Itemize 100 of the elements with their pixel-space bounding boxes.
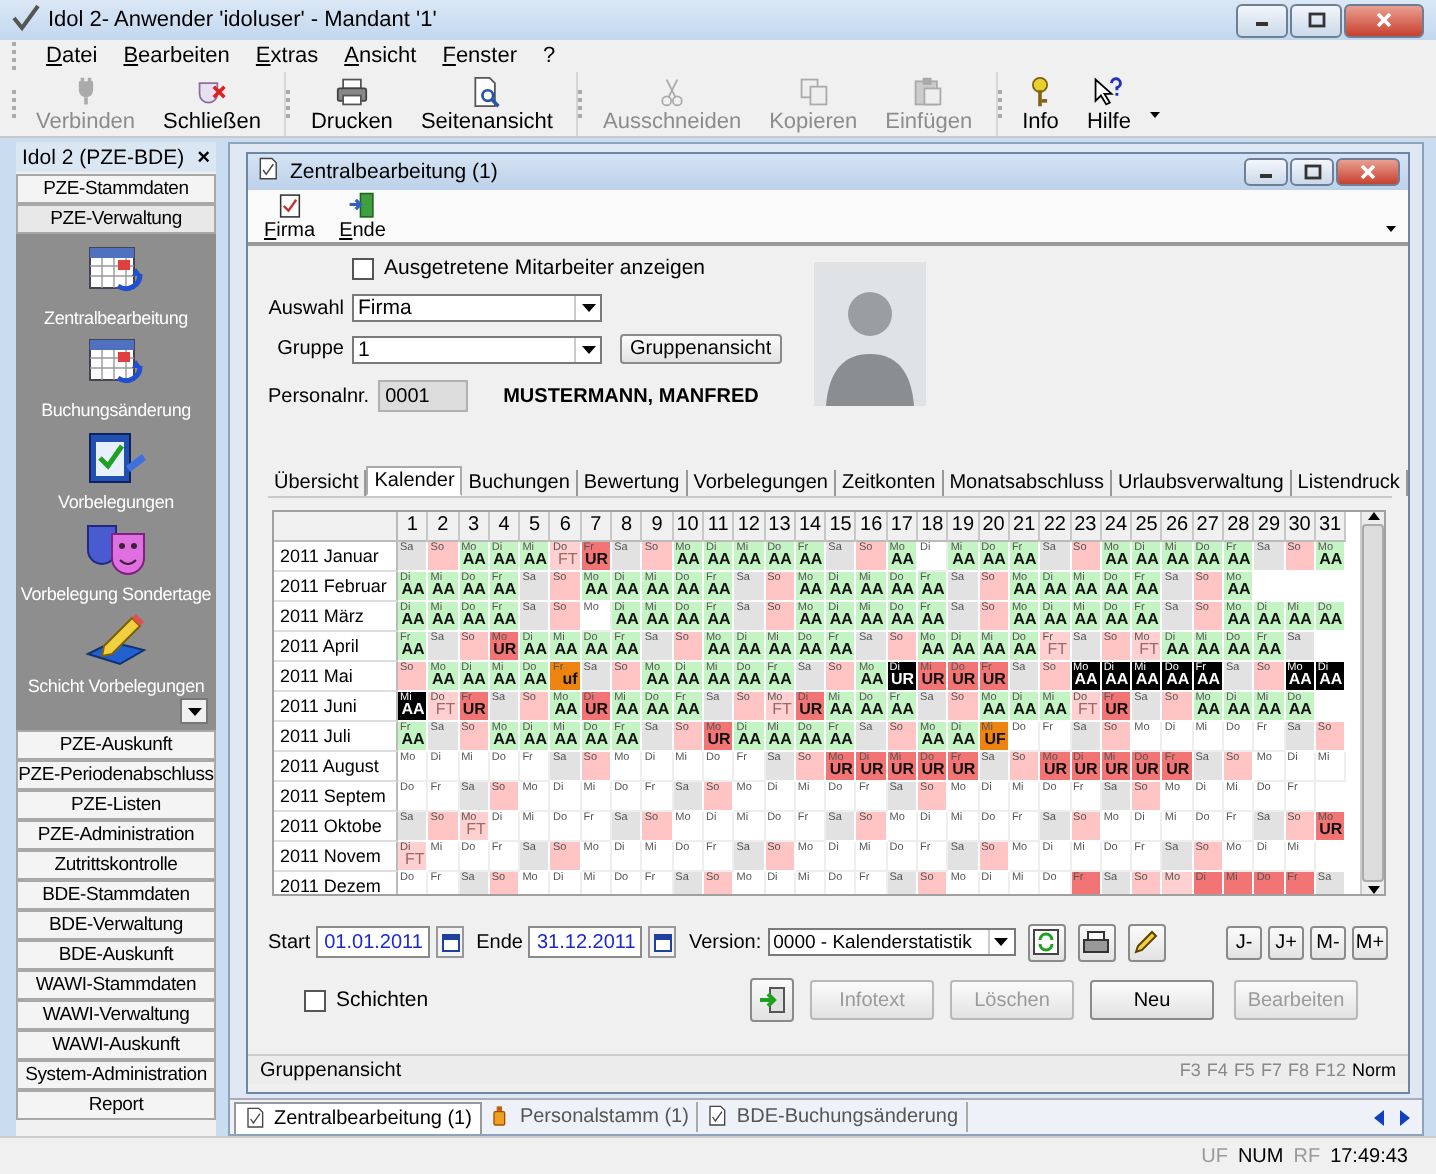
vertical-scrollbar[interactable] (1360, 512, 1384, 894)
sidebar-section-button[interactable]: System-Administration (16, 1060, 216, 1090)
day-code: AA (432, 672, 456, 688)
tab[interactable]: Zeitkonten (836, 470, 944, 496)
checkmark-icon (12, 3, 40, 31)
close-button[interactable] (1336, 158, 1400, 186)
tab[interactable]: Urlaubsverwaltung (1111, 470, 1292, 496)
day-code: AA (1105, 612, 1129, 628)
day-code: AA (401, 582, 425, 598)
icon-button[interactable] (1027, 923, 1066, 961)
dropdown[interactable]: Firma (352, 294, 602, 322)
scroll-down-button[interactable] (180, 698, 208, 724)
menu-item[interactable]: ? (543, 44, 556, 68)
document-tab[interactable]: Zentralbearbeitung (1) (234, 1101, 482, 1133)
day-number-header: 2 (428, 512, 460, 542)
checkbox[interactable] (304, 989, 326, 1011)
dropdown-arrow-icon[interactable] (581, 304, 595, 312)
day-code: AA (523, 732, 547, 748)
date-picker-button[interactable] (648, 926, 677, 958)
day-code: AA (952, 732, 976, 748)
navigation-button[interactable]: M+ (1352, 925, 1388, 959)
action-button[interactable]: Neu (1090, 980, 1214, 1020)
sidebar-section-button[interactable]: WAWI-Auskunft (16, 1030, 216, 1060)
toolbar-button[interactable]: Drucken (298, 73, 405, 135)
sidebar-section-button[interactable]: BDE-Auskunft (16, 940, 216, 970)
sidebar-section-button[interactable]: PZE-Verwaltung (16, 204, 216, 234)
mode-label: Norm (1352, 1060, 1396, 1080)
icon-button[interactable] (1127, 923, 1166, 961)
dropdown-arrow-icon[interactable] (581, 345, 595, 353)
calendar-icon (441, 933, 460, 951)
icon-button[interactable] (750, 978, 794, 1022)
menu-item[interactable]: Bearbeiten (123, 44, 230, 68)
overflow-caret-icon[interactable] (1386, 226, 1396, 232)
sidebar-section-button[interactable]: Report (16, 1090, 216, 1120)
day-code: AA (1105, 672, 1129, 688)
menu-item[interactable]: Fenster (442, 44, 518, 68)
toolbar-button[interactable]: Firma (260, 191, 320, 241)
sidebar-section-button[interactable]: BDE-Verwaltung (16, 910, 216, 940)
dropdown-arrow-icon[interactable] (994, 938, 1009, 946)
menu-item[interactable]: Datei (46, 44, 98, 68)
sidebar-section-button[interactable]: WAWI-Verwaltung (16, 1000, 216, 1030)
field-label: Ende (476, 931, 523, 953)
day-code: AA (676, 702, 700, 718)
toolbar-button[interactable]: Schließen (151, 73, 273, 135)
dropdown[interactable]: 0000 - Kalenderstatistik (767, 928, 1016, 956)
overflow-caret-icon[interactable] (1150, 112, 1161, 118)
sidebar-section-button[interactable]: WAWI-Stammdaten (16, 970, 216, 1000)
toolbar-button[interactable]: Seitenansicht (408, 73, 565, 135)
sidebar-section-button[interactable]: BDE-Stammdaten (16, 880, 216, 910)
maximize-icon (1300, 162, 1324, 182)
menu-item[interactable]: Ansicht (344, 44, 417, 68)
sidebar-section-button[interactable]: PZE-Stammdaten (16, 174, 216, 204)
document-tab[interactable]: Personalstamm (1) (481, 1102, 699, 1132)
tab[interactable]: Listendruck (1291, 470, 1408, 496)
day-code: UR (799, 702, 823, 718)
day-code: AA (1227, 552, 1251, 568)
icon-button[interactable] (1077, 923, 1116, 961)
tab[interactable]: Bewertung (577, 470, 688, 496)
personnel-number-field[interactable]: 0001 (377, 380, 468, 412)
navigation-button[interactable]: J+ (1268, 925, 1304, 959)
menu-item[interactable]: Extras (255, 44, 319, 68)
date-field[interactable]: 31.12.2011 (528, 926, 643, 958)
navigation-button[interactable]: M- (1310, 925, 1346, 959)
down-arrow-icon[interactable] (1367, 886, 1379, 894)
day-code: AA (738, 732, 762, 748)
sidebar-section-button[interactable]: PZE-Auskunft (16, 730, 216, 760)
tab[interactable]: Kalender (366, 466, 463, 496)
maximize-button[interactable] (1290, 158, 1334, 186)
up-arrow-icon[interactable] (1367, 512, 1379, 520)
toolbar-button[interactable]: Ende (335, 191, 390, 241)
close-button[interactable] (1344, 3, 1424, 37)
tab[interactable]: Monatsabschluss (943, 470, 1112, 496)
tab[interactable]: Buchungen (462, 470, 578, 496)
sidebar-section-button[interactable]: PZE-Administration (16, 820, 216, 850)
minimize-button[interactable] (1236, 3, 1288, 37)
minimize-button[interactable] (1244, 158, 1288, 186)
dropdown[interactable]: 1 (352, 335, 602, 363)
day-code: AA (1227, 582, 1251, 598)
day-code: AA (1013, 612, 1037, 628)
maximize-button[interactable] (1290, 3, 1342, 37)
day-code: UR (921, 672, 945, 688)
tab[interactable]: Vorbelegungen (687, 470, 836, 496)
navigation-button[interactable]: J- (1226, 925, 1262, 959)
date-field[interactable]: 01.01.2011 (316, 926, 431, 958)
close-button[interactable]: × (197, 145, 210, 169)
checkbox[interactable] (352, 257, 374, 279)
down-arrow-icon[interactable] (187, 707, 201, 715)
toolbar-button[interactable]: Info (1010, 73, 1071, 135)
document-tab[interactable]: BDE-Buchungsänderung (698, 1102, 969, 1132)
day-number-header: 8 (612, 512, 643, 542)
sidebar-section-button[interactable]: Zutrittskontrolle (16, 850, 216, 880)
toolbar-button[interactable]: Hilfe (1074, 73, 1143, 135)
field-label: Personalnr. (268, 385, 370, 407)
group-view-button[interactable]: Gruppenansicht (620, 334, 782, 364)
day-code: AA (768, 642, 792, 658)
date-picker-button[interactable] (436, 926, 465, 958)
day-code: UR (890, 672, 915, 688)
sidebar-section-button[interactable]: PZE-Periodenabschluss (16, 760, 216, 790)
day-code: AA (1227, 612, 1251, 628)
sidebar-section-button[interactable]: PZE-Listen (16, 790, 216, 820)
